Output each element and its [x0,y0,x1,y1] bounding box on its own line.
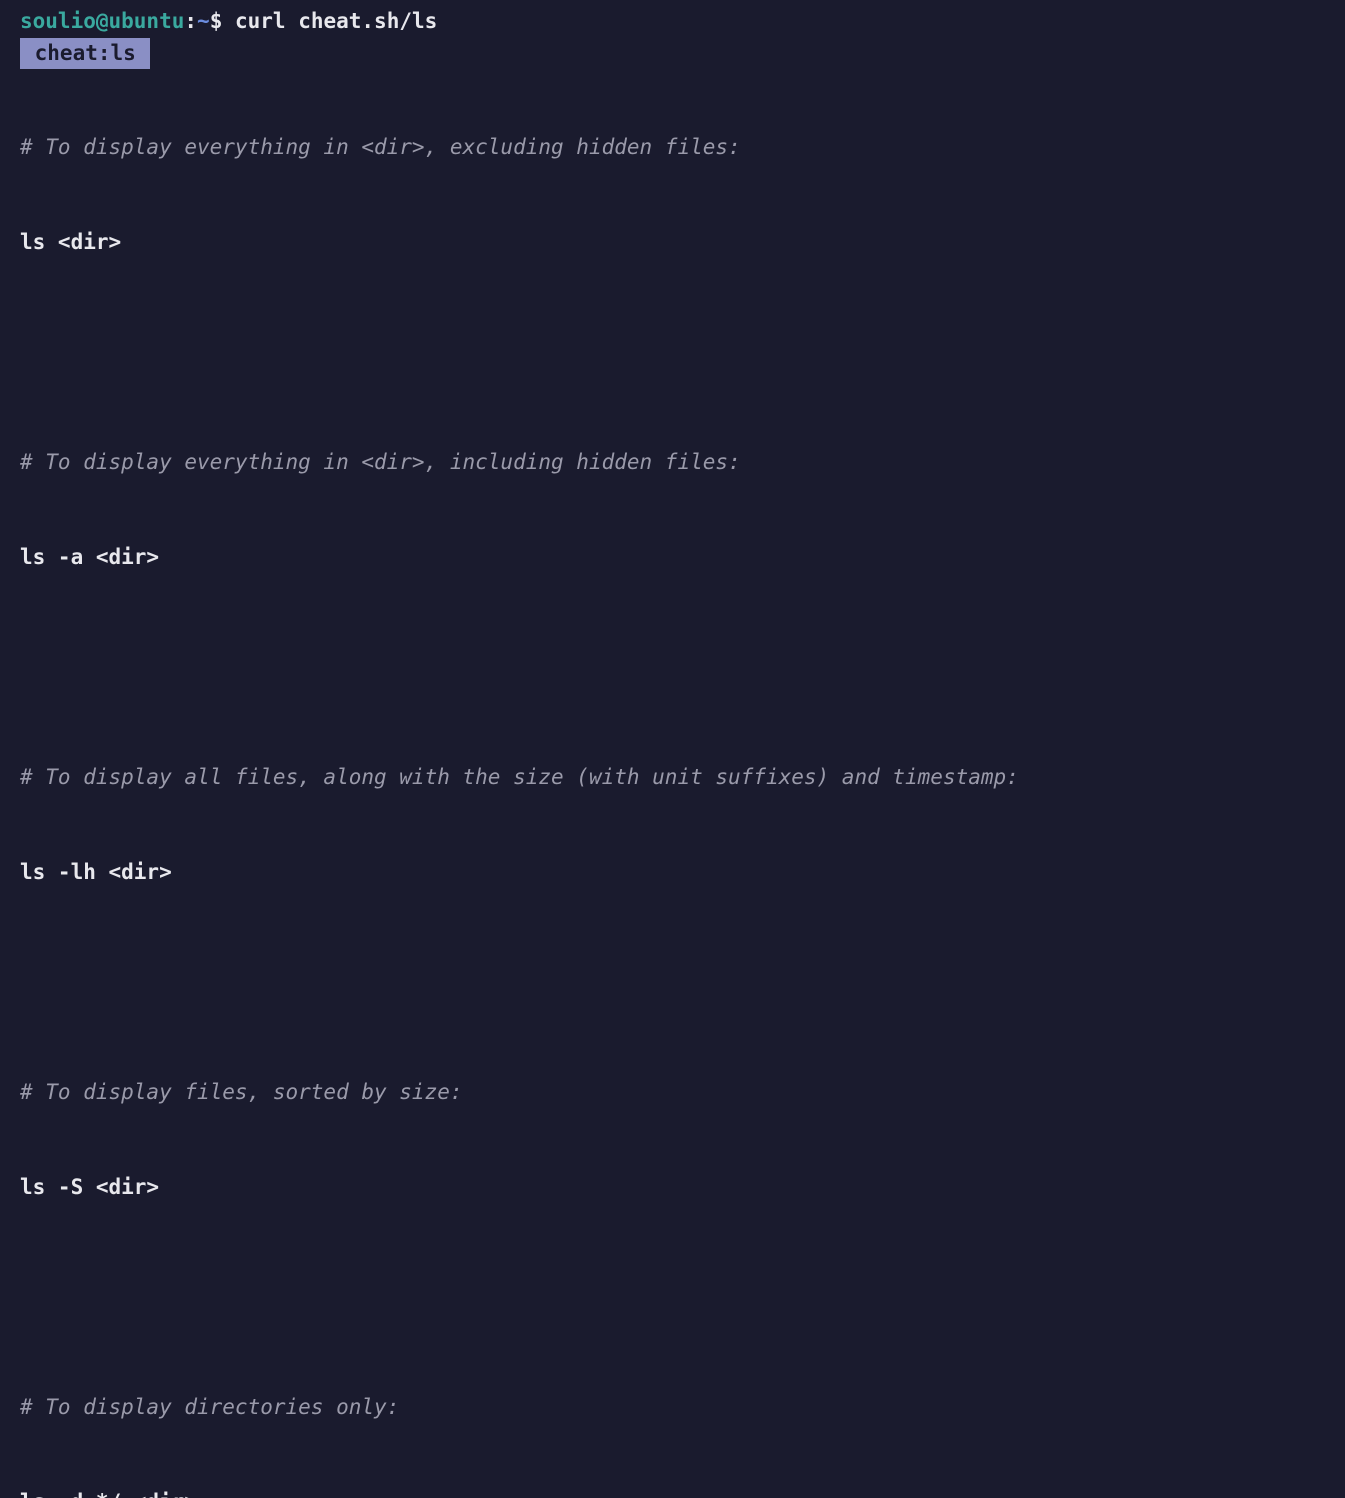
command-text: curl cheat.sh/ls [222,6,437,38]
code-line: ls -d */ <dir> [20,1487,1325,1498]
prompt-symbol: $ [210,6,223,38]
comment-line: # To display directories only: [20,1392,1325,1424]
blank-line [20,636,1325,668]
code-line: ls -S <dir> [20,1172,1325,1204]
prompt-path: ~ [197,6,210,38]
terminal[interactable]: soulio@ubuntu:~$ curl cheat.sh/ls cheat:… [20,6,1325,1498]
cheat-header: cheat:ls [20,38,150,70]
blank-line [20,951,1325,983]
prompt-line: soulio@ubuntu:~$ curl cheat.sh/ls [20,6,1325,38]
blank-line [20,321,1325,353]
prompt-user-host: soulio@ubuntu [20,6,184,38]
cheat-header-line: cheat:ls [20,38,1325,70]
comment-line: # To display all files, along with the s… [20,762,1325,794]
prompt-colon: : [184,6,197,38]
comment-line: # To display files, sorted by size: [20,1077,1325,1109]
comment-line: # To display everything in <dir>, includ… [20,447,1325,479]
code-line: ls -lh <dir> [20,857,1325,889]
output-block: # To display everything in <dir>, exclud… [20,69,1325,1498]
code-line: ls -a <dir> [20,542,1325,574]
blank-line [20,1266,1325,1298]
comment-line: # To display everything in <dir>, exclud… [20,132,1325,164]
code-line: ls <dir> [20,227,1325,259]
